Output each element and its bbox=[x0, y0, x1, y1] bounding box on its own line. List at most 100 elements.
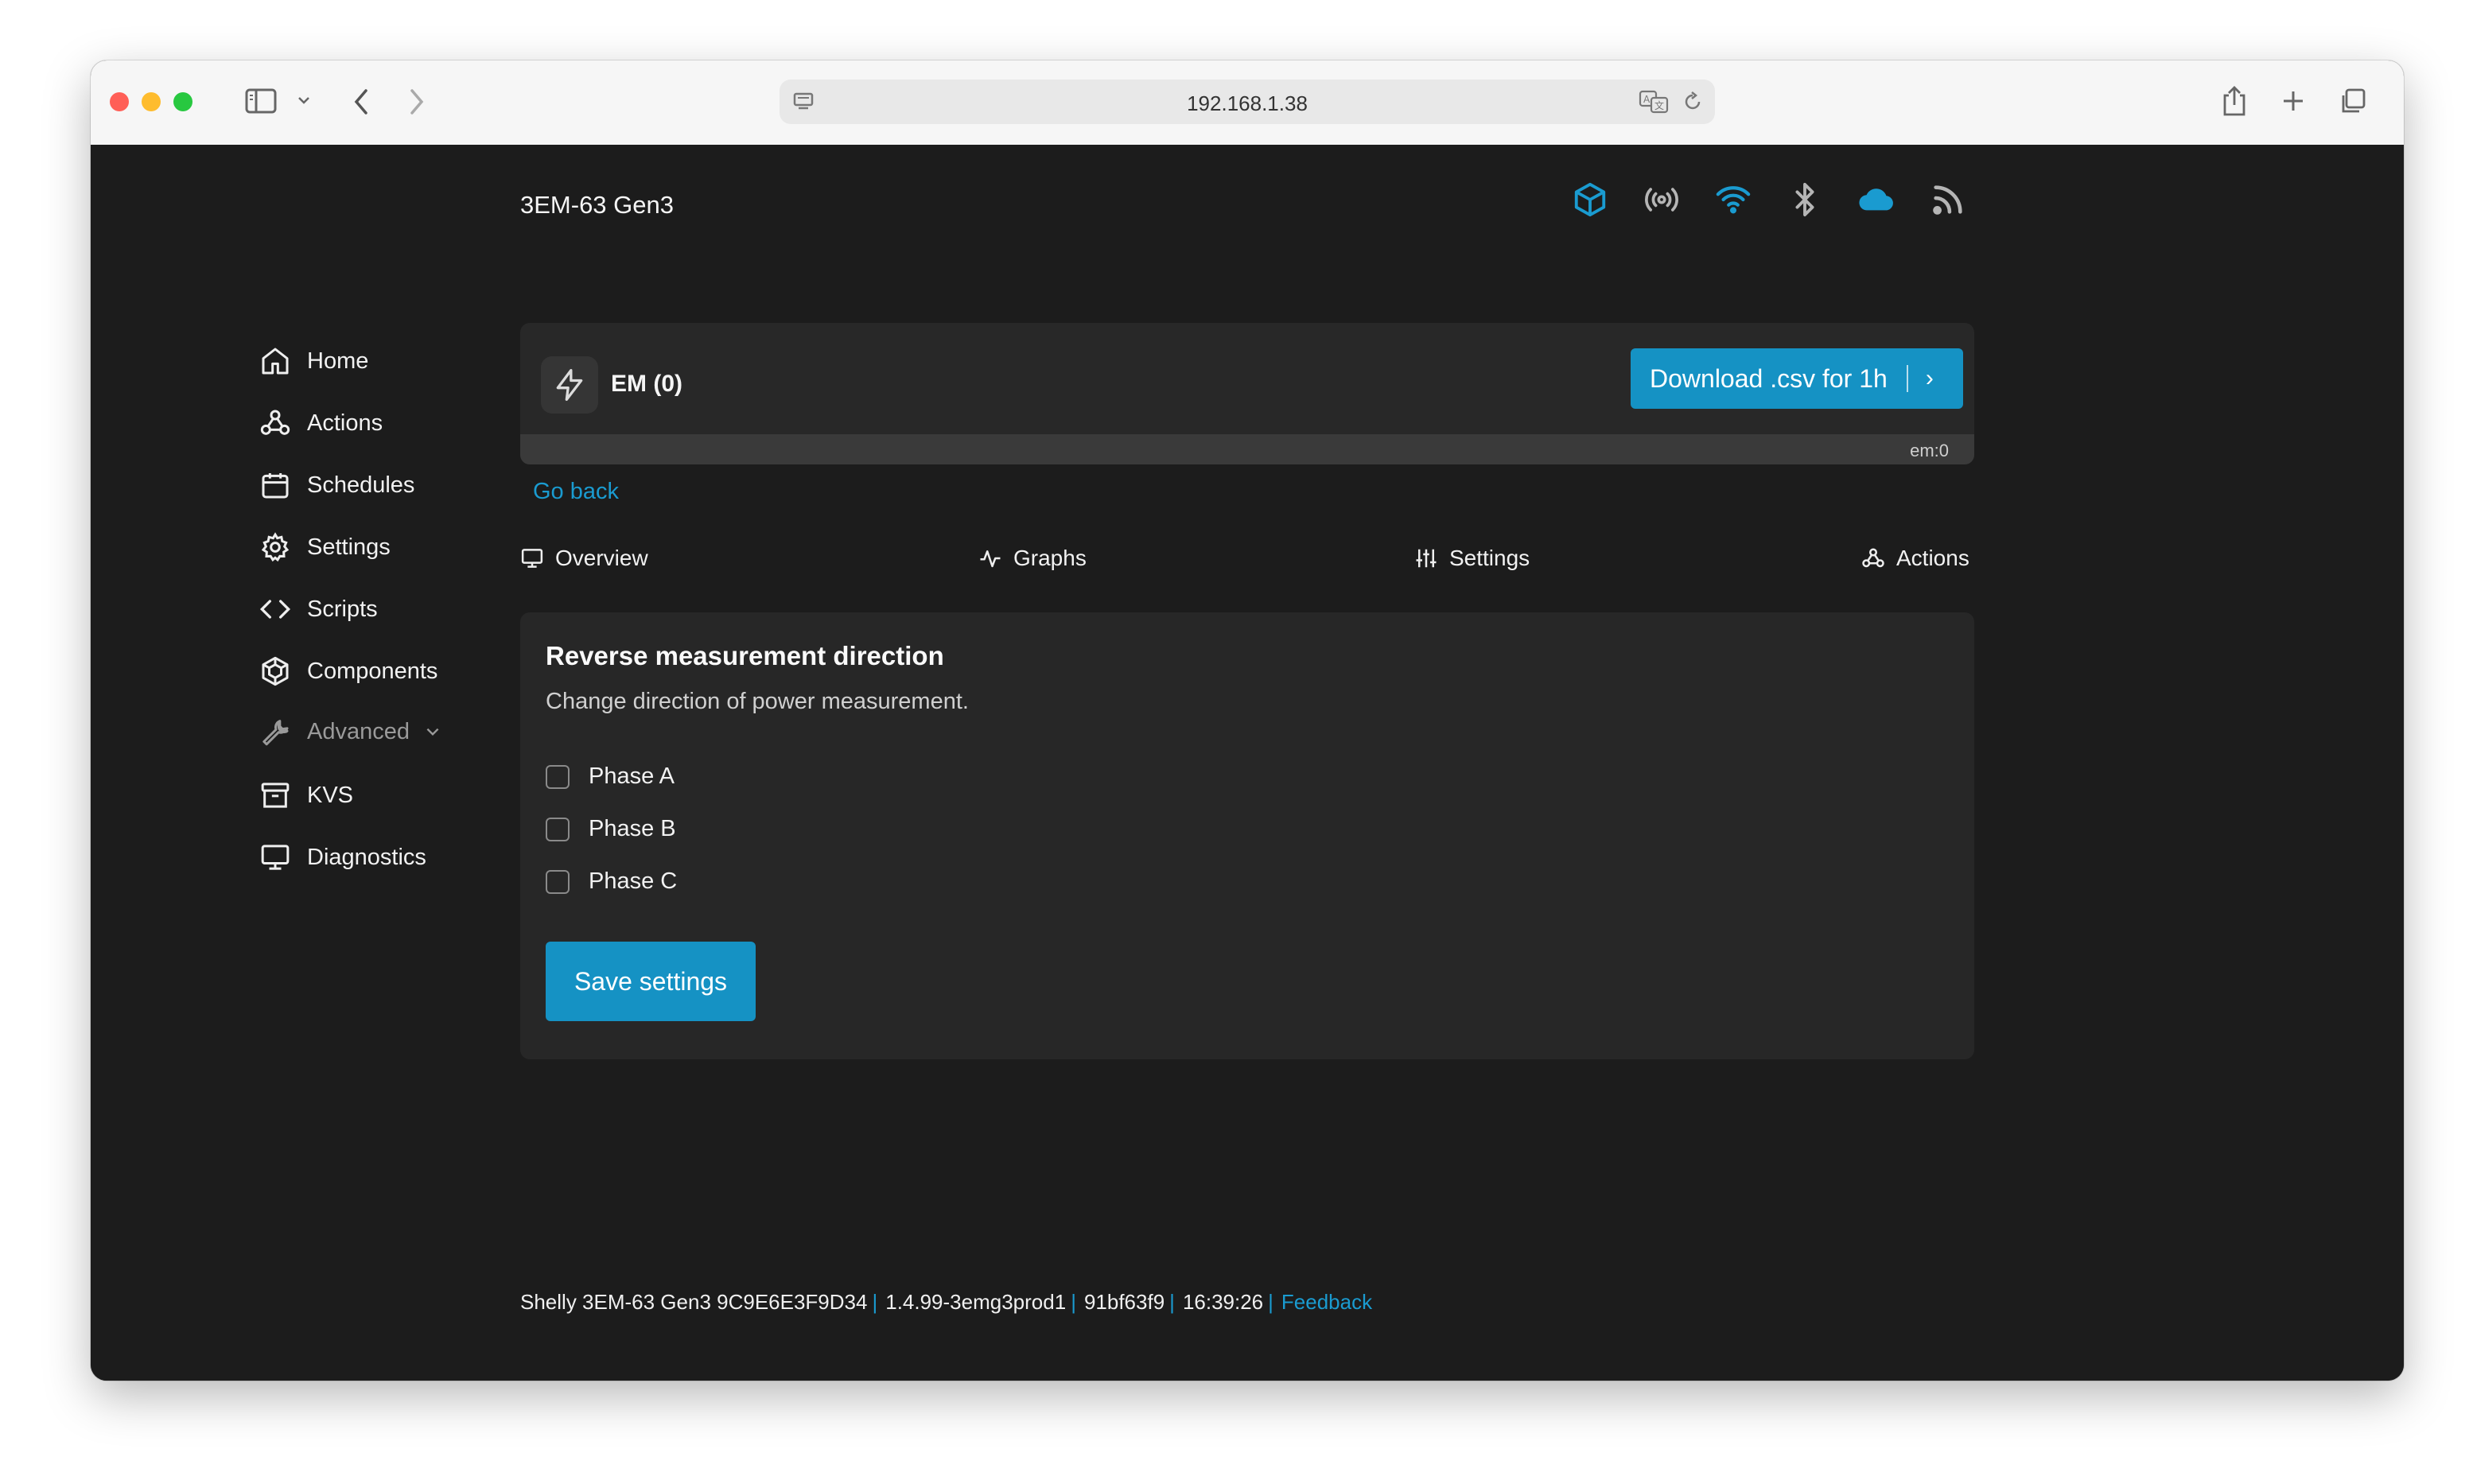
sidebar-item-settings[interactable]: Settings bbox=[258, 528, 391, 566]
svg-text:A: A bbox=[1643, 94, 1651, 105]
package-icon[interactable] bbox=[1570, 180, 1610, 219]
phase-c-label: Phase C bbox=[589, 868, 678, 894]
wifi-icon[interactable] bbox=[1713, 180, 1753, 219]
sidebar-item-label: Scripts bbox=[307, 596, 378, 622]
sidebar-item-home[interactable]: Home bbox=[258, 342, 368, 380]
phase-c-option[interactable]: Phase C bbox=[546, 868, 677, 895]
phase-c-checkbox[interactable] bbox=[546, 869, 570, 894]
translate-icon[interactable]: A文 bbox=[1639, 89, 1670, 118]
tab-overview[interactable]: Overview bbox=[520, 546, 648, 571]
sidebar-item-label: Diagnostics bbox=[307, 844, 426, 870]
component-id: em:0 bbox=[1910, 441, 1949, 460]
sidebar-item-label: KVS bbox=[307, 782, 354, 808]
back-arrow-icon[interactable] bbox=[350, 87, 374, 120]
device-time: 16:39:26 bbox=[1182, 1290, 1264, 1314]
sidebar-item-label: Actions bbox=[307, 410, 383, 436]
tab-label: Graphs bbox=[1013, 546, 1087, 570]
address-bar[interactable]: 192.168.1.38 A文 bbox=[780, 80, 1715, 124]
sidebar-item-label: Home bbox=[307, 348, 369, 374]
save-settings-button[interactable]: Save settings bbox=[546, 942, 756, 1021]
download-csv-label: Download .csv for 1h bbox=[1650, 363, 1888, 393]
browser-toolbar: 192.168.1.38 A文 bbox=[91, 60, 2404, 146]
em-component-card: EM (0) Download .csv for 1h › em:0 bbox=[520, 323, 1974, 464]
download-csv-button[interactable]: Download .csv for 1h › bbox=[1631, 348, 1963, 409]
reverse-direction-card: Reverse measurement direction Change dir… bbox=[520, 612, 1974, 1059]
device-info: Shelly 3EM-63 Gen3 9C9E6E3F9D34 bbox=[520, 1290, 868, 1314]
activity-icon bbox=[978, 546, 1002, 570]
sidebar-item-label: Schedules bbox=[307, 472, 415, 498]
svg-text:文: 文 bbox=[1654, 99, 1664, 111]
webhook-icon bbox=[258, 406, 293, 441]
tab-label: Settings bbox=[1449, 546, 1530, 570]
code-icon bbox=[258, 592, 293, 627]
sidebar-item-components[interactable]: Components bbox=[258, 652, 437, 690]
footer-separator: | bbox=[1071, 1290, 1076, 1314]
browser-window: 192.168.1.38 A文 Home Actions Schedules S… bbox=[91, 60, 2404, 1381]
button-divider bbox=[1906, 365, 1908, 392]
em-footer-strip: em:0 bbox=[520, 434, 1974, 464]
sidebar-item-label: Settings bbox=[307, 534, 391, 560]
bluetooth-icon[interactable] bbox=[1785, 180, 1825, 219]
tab-label: Overview bbox=[555, 546, 648, 570]
url-text: 192.168.1.38 bbox=[1187, 91, 1308, 115]
section-description: Change direction of power measurement. bbox=[546, 689, 969, 714]
sidebar-item-actions[interactable]: Actions bbox=[258, 404, 383, 442]
home-icon bbox=[258, 344, 293, 379]
minimize-window-button[interactable] bbox=[142, 92, 161, 111]
tab-settings[interactable]: Settings bbox=[1414, 546, 1530, 571]
phase-b-label: Phase B bbox=[589, 816, 676, 841]
sidebar-item-diagnostics[interactable]: Diagnostics bbox=[258, 838, 426, 876]
gear-icon bbox=[258, 530, 293, 565]
chevron-down-icon[interactable] bbox=[296, 92, 312, 112]
go-back-link[interactable]: Go back bbox=[533, 479, 619, 505]
tab-graphs[interactable]: Graphs bbox=[978, 546, 1087, 571]
sliders-icon bbox=[1414, 546, 1438, 570]
tab-label: Actions bbox=[1896, 546, 1969, 570]
monitor-icon bbox=[520, 546, 544, 570]
cloud-icon[interactable] bbox=[1857, 180, 1896, 219]
section-title: Reverse measurement direction bbox=[546, 641, 944, 670]
firmware-version: 1.4.99-3emg3prod1 bbox=[885, 1290, 1067, 1314]
phase-b-option[interactable]: Phase B bbox=[546, 816, 676, 842]
phase-b-checkbox[interactable] bbox=[546, 817, 570, 841]
chevron-down-icon bbox=[424, 723, 441, 740]
broadcast-icon[interactable] bbox=[1642, 180, 1682, 219]
phase-a-checkbox[interactable] bbox=[546, 764, 570, 789]
page-content: Home Actions Schedules Settings Scripts bbox=[91, 145, 2404, 1381]
page-title: 3EM-63 Gen3 bbox=[520, 191, 674, 219]
phase-a-option[interactable]: Phase A bbox=[546, 763, 675, 790]
close-window-button[interactable] bbox=[110, 92, 129, 111]
calendar-icon bbox=[258, 468, 293, 503]
build-id: 91bf63f9 bbox=[1083, 1290, 1165, 1314]
forward-arrow-icon[interactable] bbox=[404, 87, 428, 120]
chevron-right-icon[interactable]: › bbox=[1926, 365, 1934, 392]
feedback-link[interactable]: Feedback bbox=[1281, 1290, 1372, 1314]
archive-icon bbox=[258, 778, 293, 813]
new-tab-icon[interactable] bbox=[2281, 89, 2305, 117]
sidebar-item-label: Components bbox=[307, 658, 438, 684]
footer-separator: | bbox=[1268, 1290, 1273, 1314]
share-icon[interactable] bbox=[2221, 84, 2248, 122]
tab-actions[interactable]: Actions bbox=[1861, 546, 1969, 571]
reload-icon[interactable] bbox=[1682, 91, 1704, 117]
zoom-window-button[interactable] bbox=[173, 92, 192, 111]
wrench-icon bbox=[258, 714, 293, 749]
footer-separator: | bbox=[1169, 1290, 1175, 1314]
rss-icon[interactable] bbox=[1928, 180, 1968, 219]
footer: Shelly 3EM-63 Gen3 9C9E6E3F9D34 | 1.4.99-3… bbox=[520, 1290, 1372, 1315]
footer-separator: | bbox=[872, 1290, 878, 1314]
sidebar-item-kvs[interactable]: KVS bbox=[258, 776, 353, 814]
sidebar-item-label: Advanced bbox=[307, 718, 410, 744]
tab-overview-icon[interactable] bbox=[2339, 87, 2367, 120]
sidebar-item-advanced[interactable]: Advanced bbox=[258, 713, 441, 751]
components-icon bbox=[258, 654, 293, 689]
lightning-icon bbox=[541, 356, 598, 414]
sidebar-item-schedules[interactable]: Schedules bbox=[258, 466, 414, 504]
em-component-label: EM (0) bbox=[611, 371, 682, 397]
status-icons bbox=[1570, 180, 1968, 219]
phase-a-label: Phase A bbox=[589, 763, 675, 789]
monitor-icon bbox=[258, 840, 293, 875]
webhook-icon bbox=[1861, 546, 1885, 570]
sidebar-toggle-icon[interactable] bbox=[245, 87, 278, 118]
sidebar-item-scripts[interactable]: Scripts bbox=[258, 590, 378, 628]
